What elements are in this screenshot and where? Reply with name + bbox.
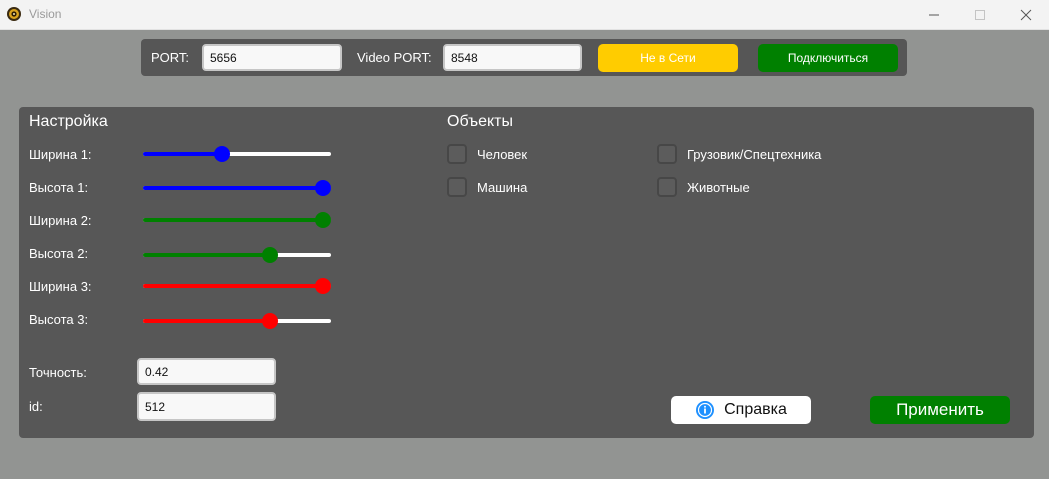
- checkbox-label: Машина: [477, 179, 528, 195]
- slider-label-width-3: Ширина 3:: [29, 279, 92, 294]
- maximize-button[interactable]: [957, 0, 1003, 29]
- slider-thumb[interactable]: [213, 146, 230, 162]
- connect-button[interactable]: Подключиться: [758, 44, 898, 72]
- port-label: PORT:: [151, 50, 190, 65]
- slider-width-2[interactable]: [143, 210, 331, 230]
- settings-heading: Настройка: [29, 113, 108, 130]
- slider-height-3[interactable]: [143, 311, 331, 331]
- slider-thumb[interactable]: [315, 180, 331, 196]
- video-port-label: Video PORT:: [357, 50, 432, 65]
- slider-fill: [143, 218, 323, 222]
- slider-thumb[interactable]: [315, 278, 331, 294]
- accuracy-input[interactable]: 0.42: [137, 358, 276, 385]
- help-button[interactable]: Справка: [671, 396, 811, 424]
- objects-heading: Объекты: [447, 113, 513, 130]
- title-bar: Vision: [0, 0, 1049, 30]
- help-label: Справка: [724, 401, 787, 418]
- slider-thumb[interactable]: [261, 247, 278, 263]
- slider-fill: [143, 152, 222, 156]
- checkbox-label: Грузовик/Спецтехника: [687, 146, 822, 162]
- accuracy-label: Точность:: [29, 365, 87, 380]
- window-title: Vision: [29, 7, 62, 21]
- slider-label-width-2: Ширина 2:: [29, 213, 92, 228]
- slider-height-2[interactable]: [143, 245, 331, 265]
- info-icon: [696, 401, 715, 419]
- maximize-icon: [975, 9, 985, 20]
- slider-fill: [143, 186, 323, 190]
- checkbox-truck[interactable]: Грузовик/Спецтехника: [657, 144, 821, 164]
- minimize-icon: [929, 14, 939, 15]
- slider-fill: [143, 319, 270, 323]
- status-indicator: Не в Сети: [598, 44, 738, 72]
- slider-thumb[interactable]: [315, 212, 331, 228]
- checkbox-box[interactable]: [447, 177, 467, 197]
- id-label: id:: [29, 399, 43, 414]
- checkbox-person[interactable]: Человек: [447, 144, 527, 164]
- slider-width-3[interactable]: [143, 276, 331, 296]
- close-button[interactable]: [1003, 0, 1049, 29]
- video-port-input[interactable]: 8548: [443, 44, 582, 71]
- port-input[interactable]: 5656: [202, 44, 342, 71]
- connection-bar: PORT: 5656 Video PORT: 8548 Не в Сети По…: [141, 39, 907, 76]
- checkbox-label: Животные: [687, 179, 750, 195]
- checkbox-car[interactable]: Машина: [447, 177, 527, 197]
- slider-fill: [143, 253, 270, 257]
- checkbox-box[interactable]: [657, 177, 677, 197]
- id-input[interactable]: 512: [137, 392, 276, 421]
- minimize-button[interactable]: [911, 0, 957, 29]
- slider-height-1[interactable]: [143, 178, 331, 198]
- slider-width-1[interactable]: [143, 144, 331, 164]
- slider-label-height-3: Высота 3:: [29, 312, 89, 327]
- slider-thumb[interactable]: [261, 313, 278, 329]
- close-icon: [1020, 9, 1032, 20]
- checkbox-label: Человек: [477, 146, 528, 162]
- checkbox-animals[interactable]: Животные: [657, 177, 750, 197]
- slider-label-width-1: Ширина 1:: [29, 147, 92, 162]
- slider-fill: [143, 284, 323, 288]
- settings-panel: Настройка Ширина 1: Высота 1: Ширина 2: …: [19, 107, 1034, 438]
- checkbox-box[interactable]: [447, 144, 467, 164]
- checkbox-box[interactable]: [657, 144, 677, 164]
- slider-label-height-2: Высота 2:: [29, 246, 89, 261]
- apply-button[interactable]: Применить: [870, 396, 1010, 424]
- slider-label-height-1: Высота 1:: [29, 180, 89, 195]
- app-logo-icon: [7, 7, 21, 21]
